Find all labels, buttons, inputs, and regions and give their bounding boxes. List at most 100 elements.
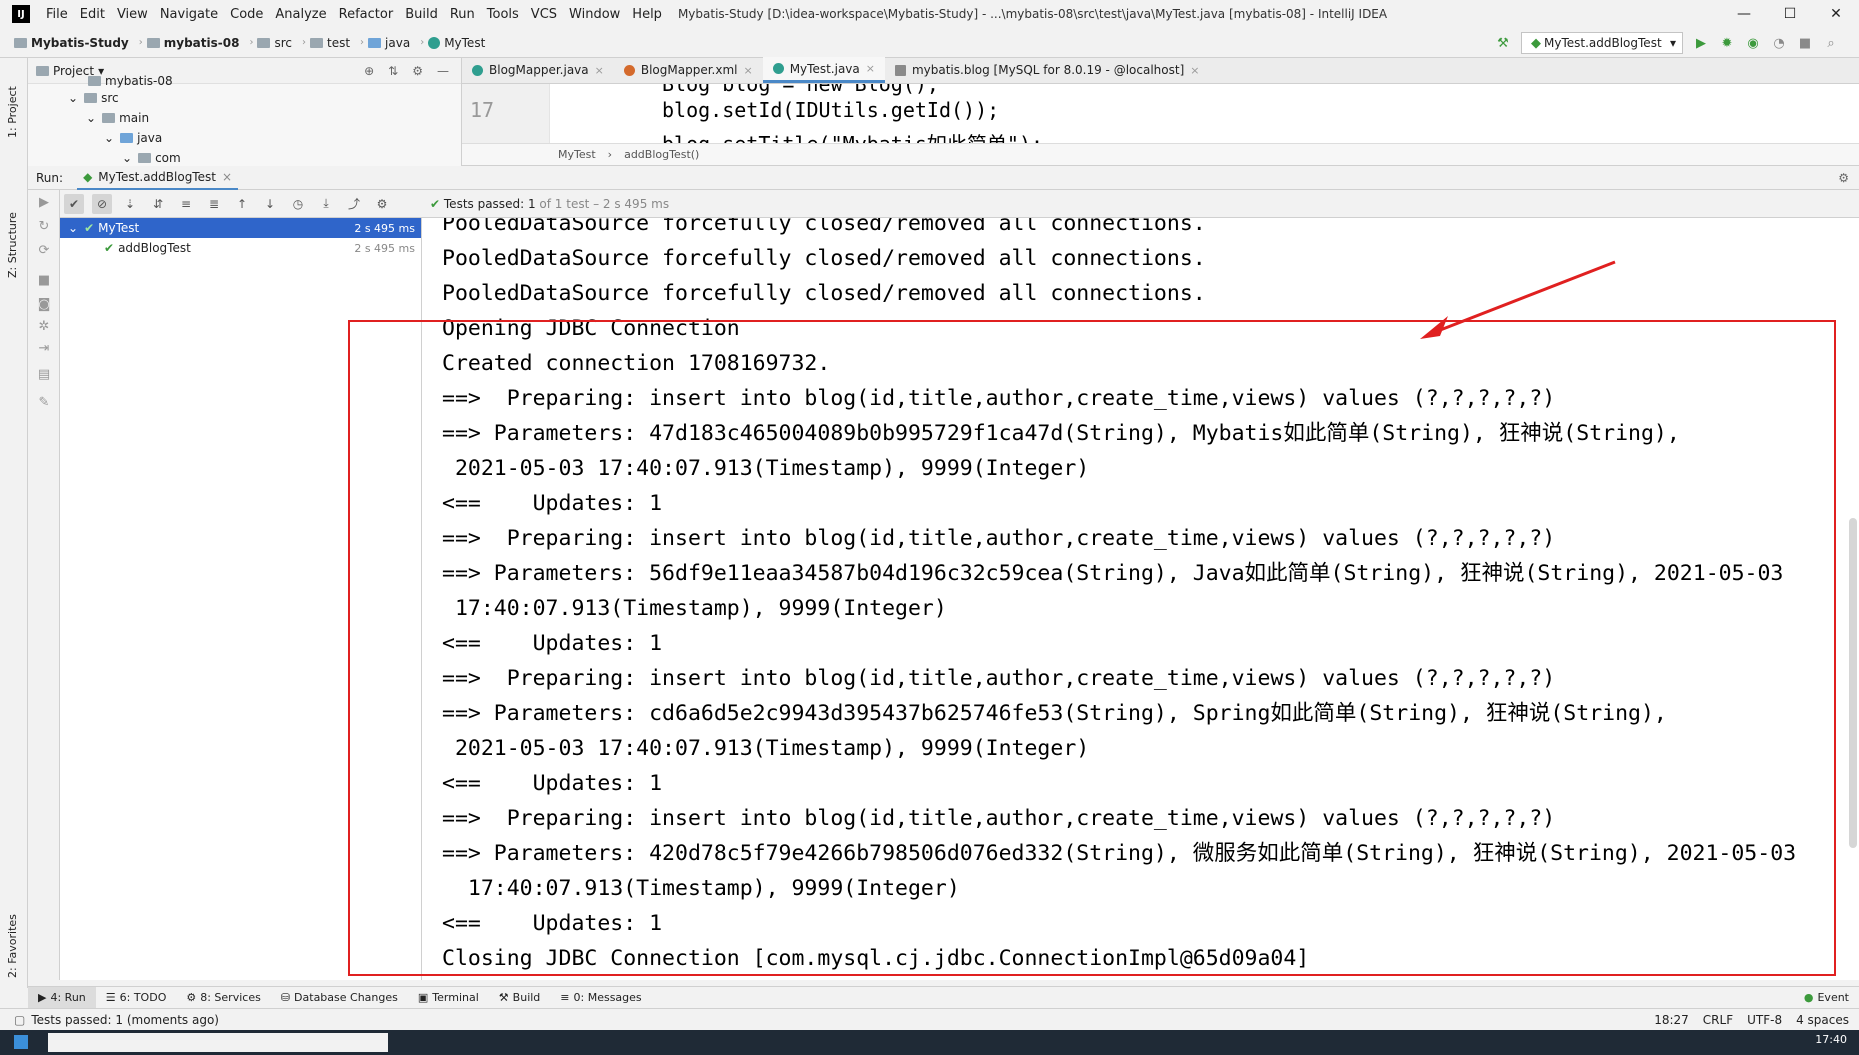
menu-build[interactable]: Build [399, 7, 444, 22]
menu-view[interactable]: View [111, 7, 154, 22]
sort-duration-icon[interactable]: ⇵ [148, 194, 168, 214]
hammer-icon[interactable]: ⚒ [1495, 35, 1511, 51]
close-icon[interactable]: × [222, 170, 232, 184]
event-log-button[interactable]: ● Event [1804, 991, 1859, 1004]
import-icon[interactable]: ⤓ [316, 194, 336, 214]
expand-all-icon[interactable]: ≡ [176, 194, 196, 214]
breadcrumb-module[interactable]: mybatis-08 [146, 36, 239, 50]
toggle-auto-test-icon[interactable]: ⟳ [36, 242, 52, 258]
menu-file[interactable]: File [40, 7, 74, 22]
hide-icon[interactable]: — [437, 64, 449, 78]
tree-item-com[interactable]: ⌄ com [28, 148, 461, 166]
breadcrumb-project[interactable]: Mybatis-Study [14, 36, 129, 50]
menu-vcs[interactable]: VCS [525, 7, 563, 22]
previous-icon[interactable]: ↑ [232, 194, 252, 214]
tab-mytest-java[interactable]: MyTest.java × [762, 57, 885, 83]
menu-analyze[interactable]: Analyze [269, 7, 332, 22]
layout-icon[interactable]: ▢ [14, 1013, 25, 1027]
dump-threads-icon[interactable]: ◙ [36, 296, 52, 312]
close-icon[interactable]: × [1190, 64, 1199, 77]
minimize-button[interactable]: — [1721, 0, 1767, 28]
close-icon[interactable]: × [743, 64, 752, 77]
line-separator[interactable]: CRLF [1703, 1013, 1733, 1027]
collapse-all-icon[interactable]: ≣ [204, 194, 224, 214]
history-icon[interactable]: ◷ [288, 194, 308, 214]
crumb-class[interactable]: MyTest [558, 148, 596, 161]
console-line: 17:40:07.913(Timestamp), 9999(Integer) [442, 876, 960, 901]
debug-icon[interactable]: ✹ [1719, 35, 1735, 51]
tool-tab-favorites[interactable]: 2: Favorites [6, 914, 19, 978]
maximize-button[interactable]: ☐ [1767, 0, 1813, 28]
show-passed-icon[interactable]: ✔ [64, 193, 84, 214]
close-icon[interactable]: × [866, 62, 875, 75]
breadcrumb-test[interactable]: test [309, 36, 350, 50]
tab-mybatis-blog-table[interactable]: mybatis.blog [MySQL for 8.0.19 - @localh… [885, 57, 1210, 83]
rerun-failed-icon[interactable]: ↻ [36, 218, 52, 234]
menu-refactor[interactable]: Refactor [333, 7, 400, 22]
gear-icon[interactable]: ⚙ [372, 194, 392, 214]
menu-bar: IJ File Edit View Navigate Code Analyze … [0, 0, 1859, 28]
menu-code[interactable]: Code [224, 7, 269, 22]
gear-icon[interactable]: ⚙ [1838, 171, 1849, 185]
chevron-right-icon: › [420, 37, 425, 48]
gear-icon[interactable]: ⚙ [412, 64, 423, 78]
folder-icon [120, 133, 134, 143]
sort-alpha-icon[interactable]: ⇣ [120, 194, 140, 214]
layout-icon[interactable]: ▤ [36, 366, 52, 382]
collapse-icon[interactable]: ⇅ [388, 64, 398, 78]
test-row-class[interactable]: ⌄ ✔ MyTest 2 s 495 ms [60, 218, 421, 238]
console-output[interactable]: PooledDataSource forcefully closed/remov… [422, 218, 1859, 980]
breadcrumb-class[interactable]: MyTest [428, 36, 485, 50]
tool-tab-build[interactable]: ⚒ Build [489, 987, 551, 1009]
stop-icon[interactable]: ■ [1797, 35, 1813, 51]
menu-run[interactable]: Run [444, 7, 481, 22]
rerun-icon[interactable]: ▶ [36, 194, 52, 210]
menu-tools[interactable]: Tools [481, 7, 525, 22]
code-editor[interactable]: 17 Blog blog = new Blog(); blog.setId(ID… [462, 84, 1859, 144]
scrollbar-thumb[interactable] [1849, 518, 1857, 848]
menu-window[interactable]: Window [563, 7, 626, 22]
tab-blogmapper-xml[interactable]: BlogMapper.xml × [614, 57, 763, 83]
pin-icon[interactable]: ✎ [36, 394, 52, 410]
tool-tab-terminal[interactable]: ▣ Terminal [408, 987, 489, 1009]
next-icon[interactable]: ↓ [260, 194, 280, 214]
menu-help[interactable]: Help [626, 7, 668, 22]
run-icon[interactable]: ▶ [1693, 35, 1709, 51]
indent-setting[interactable]: 4 spaces [1796, 1013, 1849, 1027]
close-icon[interactable]: × [595, 64, 604, 77]
settings-icon[interactable]: ✲ [36, 318, 52, 334]
menu-navigate[interactable]: Navigate [154, 7, 224, 22]
file-encoding[interactable]: UTF-8 [1747, 1013, 1782, 1027]
run-configuration-select[interactable]: ◆ MyTest.addBlogTest ▾ [1521, 32, 1683, 54]
tree-item-java[interactable]: ⌄ java [28, 128, 461, 148]
tool-tab-todo[interactable]: ☰ 6: TODO [96, 987, 177, 1009]
tool-tab-services[interactable]: ⚙ 8: Services [176, 987, 270, 1009]
breadcrumb-java[interactable]: java [368, 36, 410, 50]
profile-icon[interactable]: ◔ [1771, 35, 1787, 51]
test-row-method[interactable]: ✔ addBlogTest 2 s 495 ms [60, 238, 421, 258]
tree-item-src[interactable]: ⌄ src [28, 88, 461, 108]
exit-icon[interactable]: ⇥ [36, 340, 52, 356]
locate-icon[interactable]: ⊕ [364, 64, 374, 78]
close-window-button[interactable]: ✕ [1813, 0, 1859, 28]
tree-item-main[interactable]: ⌄ main [28, 108, 461, 128]
tool-tab-messages[interactable]: ≡ 0: Messages [550, 987, 651, 1009]
breadcrumb-src[interactable]: src [257, 36, 292, 50]
menu-edit[interactable]: Edit [74, 7, 111, 22]
coverage-icon[interactable]: ◉ [1745, 35, 1761, 51]
tool-tab-project[interactable]: 1: Project [6, 86, 19, 138]
run-tab[interactable]: ◆ MyTest.addBlogTest × [77, 166, 239, 190]
search-everywhere-icon[interactable]: ⌕ [1823, 35, 1839, 51]
caret-position[interactable]: 18:27 [1654, 1013, 1689, 1027]
tool-tab-structure[interactable]: Z: Structure [6, 212, 19, 278]
database-icon: ⛁ [280, 991, 291, 1004]
stop-icon[interactable]: ■ [36, 272, 52, 288]
taskbar-search-input[interactable] [48, 1033, 388, 1052]
show-ignored-icon[interactable]: ⊘ [92, 193, 112, 214]
windows-start-icon[interactable] [14, 1035, 28, 1049]
tool-tab-database-changes[interactable]: ⛁ Database Changes [271, 987, 408, 1009]
crumb-method[interactable]: addBlogTest() [624, 148, 699, 161]
tab-blogmapper-java[interactable]: BlogMapper.java × [462, 57, 614, 83]
tool-tab-run[interactable]: ▶ 4: Run [28, 986, 96, 1009]
export-icon[interactable]: ⤴ [344, 194, 364, 214]
